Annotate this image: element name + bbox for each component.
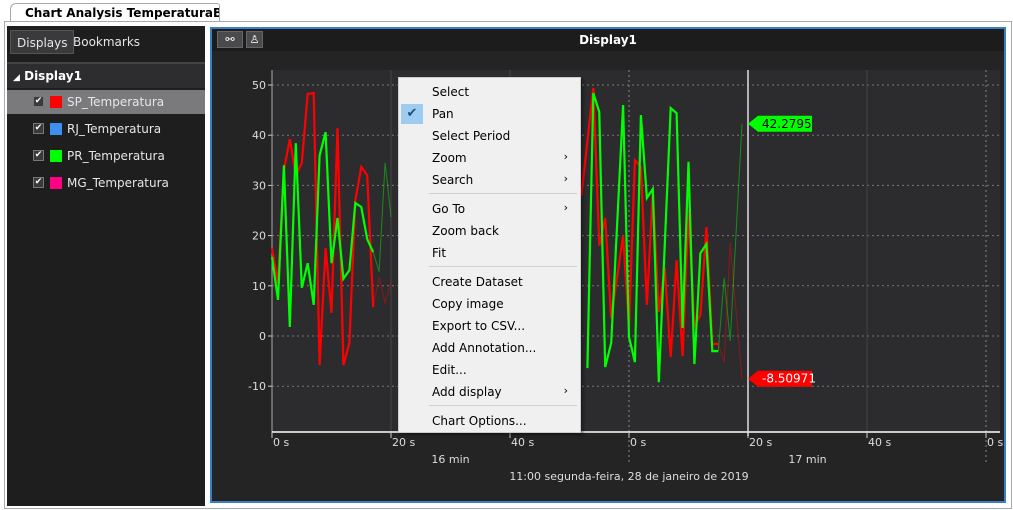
- menu-item-label: Zoom back: [432, 224, 499, 238]
- x-tick-label: 0 s: [273, 436, 289, 449]
- series-checkbox[interactable]: ✔: [33, 96, 44, 107]
- display-panel: Display1 ⚯ ♙ 50 40 30 20 10 0 -10 0 s 20 s 40 s 0 …: [210, 27, 1006, 503]
- series-checkbox[interactable]: ✔: [33, 123, 44, 134]
- menu-item-label: Chart Options...: [432, 414, 527, 428]
- menu-item-chart-options[interactable]: Chart Options...: [399, 410, 580, 432]
- menu-separator: [429, 405, 577, 406]
- tab-bookmarks[interactable]: Bookmarks: [67, 30, 146, 54]
- menu-item-edit[interactable]: Edit...: [399, 359, 580, 381]
- chevron-right-icon: ›: [563, 201, 568, 214]
- link-icon[interactable]: ⚯: [217, 31, 243, 48]
- series-color-swatch: [50, 177, 62, 189]
- menu-item-label: Edit...: [432, 363, 467, 377]
- menu-item-go-to[interactable]: Go To ›: [399, 198, 580, 220]
- menu-item-add-annotation[interactable]: Add Annotation...: [399, 337, 580, 359]
- y-tick-label: 30: [252, 179, 266, 192]
- menu-item-zoom[interactable]: Zoom ›: [399, 147, 580, 169]
- menu-item-label: Zoom: [432, 151, 467, 165]
- display-header: Display1: [212, 29, 1004, 51]
- x-tick-label: 0 s: [987, 436, 1003, 449]
- series-item[interactable]: ✔ SP_Temperatura: [7, 90, 205, 114]
- chevron-right-icon: ›: [563, 172, 568, 185]
- menu-item-copy-image[interactable]: Copy image: [399, 293, 580, 315]
- series-checkbox[interactable]: ✔: [33, 177, 44, 188]
- tab-displays[interactable]: Displays: [10, 30, 75, 54]
- menu-separator: [429, 193, 577, 194]
- context-menu: Select ✔ Pan Select Period Zoom › Search › Go To…: [398, 77, 581, 433]
- menu-item-label: Create Dataset: [432, 275, 523, 289]
- series-label: SP_Temperatura: [67, 95, 165, 109]
- menu-item-label: Fit: [432, 246, 447, 260]
- y-tick-label: 0: [259, 330, 266, 343]
- minute-label: 16 min: [431, 453, 469, 466]
- y-tick-label: 20: [252, 230, 266, 243]
- x-tick-label: 40 s: [511, 436, 534, 449]
- menu-item-label: Search: [432, 173, 474, 187]
- menu-item-label: Add display: [432, 385, 502, 399]
- menu-item-export-to-csv[interactable]: Export to CSV...: [399, 315, 580, 337]
- series-checkbox[interactable]: ✔: [33, 150, 44, 161]
- menu-separator: [429, 266, 577, 267]
- menu-item-label: Export to CSV...: [432, 319, 526, 333]
- cursor-value-label: -8.50971: [762, 372, 816, 386]
- menu-item-label: Copy image: [432, 297, 504, 311]
- display-title: Display1: [579, 33, 637, 47]
- collapse-triangle-icon[interactable]: ◢: [13, 73, 20, 83]
- display-group-header[interactable]: ◢ Display1: [7, 62, 205, 88]
- menu-item-select-period[interactable]: Select Period: [399, 125, 580, 147]
- menu-item-create-dataset[interactable]: Create Dataset: [399, 271, 580, 293]
- group-label: Display1: [24, 69, 82, 83]
- chevron-right-icon: ›: [563, 150, 568, 163]
- y-tick-label: 50: [252, 79, 266, 92]
- x-tick-label: 0 s: [630, 436, 646, 449]
- series-item[interactable]: ✔ RJ_Temperatura: [7, 117, 205, 141]
- person-icon[interactable]: ♙: [246, 31, 263, 48]
- x-tick-label: 20 s: [392, 436, 415, 449]
- chart[interactable]: 50 40 30 20 10 0 -10 0 s 20 s 40 s 0 s 20 s 40 s 0 s 1…: [212, 51, 1004, 503]
- chevron-right-icon: ›: [563, 384, 568, 397]
- menu-item-label: Go To: [432, 202, 466, 216]
- x-tick-label: 20 s: [749, 436, 772, 449]
- sidebar: Displays Bookmarks ◢ Display1 ✔ SP_Temper…: [7, 26, 205, 506]
- series-color-swatch: [50, 150, 62, 162]
- menu-item-label: Select: [432, 85, 470, 99]
- x-tick-label: 40 s: [868, 436, 891, 449]
- checkmark-icon: ✔: [401, 104, 423, 124]
- series-label: MG_Temperatura: [67, 176, 169, 190]
- menu-item-label: Select Period: [432, 129, 511, 143]
- document-tabstrip: Chart Analysis TemperaturaBrasil*: [0, 0, 1013, 22]
- menu-item-search[interactable]: Search ›: [399, 169, 580, 191]
- y-tick-label: 40: [252, 129, 266, 142]
- menu-item-pan[interactable]: ✔ Pan: [399, 103, 580, 125]
- series-item[interactable]: ✔ MG_Temperatura: [7, 171, 205, 195]
- menu-item-zoom-back[interactable]: Zoom back: [399, 220, 580, 242]
- menu-item-select[interactable]: Select: [399, 81, 580, 103]
- minute-label: 17 min: [788, 453, 826, 466]
- menu-item-label: Pan: [432, 107, 454, 121]
- menu-item-fit[interactable]: Fit: [399, 242, 580, 264]
- menu-item-label: Add Annotation...: [432, 341, 537, 355]
- series-label: PR_Temperatura: [67, 149, 165, 163]
- y-tick-label: -10: [248, 380, 266, 393]
- plot-area: [272, 69, 1000, 432]
- y-tick-label: 10: [252, 280, 266, 293]
- cursor-value-label: 42.2795: [762, 117, 812, 131]
- series-color-swatch: [50, 96, 62, 108]
- menu-item-add-display[interactable]: Add display ›: [399, 381, 580, 403]
- tab-chart-analysis[interactable]: Chart Analysis TemperaturaBrasil*: [10, 3, 220, 22]
- series-label: RJ_Temperatura: [67, 122, 162, 136]
- series-item[interactable]: ✔ PR_Temperatura: [7, 144, 205, 168]
- date-label: 11:00 segunda-feira, 28 de janeiro de 20…: [509, 470, 748, 483]
- series-color-swatch: [50, 123, 62, 135]
